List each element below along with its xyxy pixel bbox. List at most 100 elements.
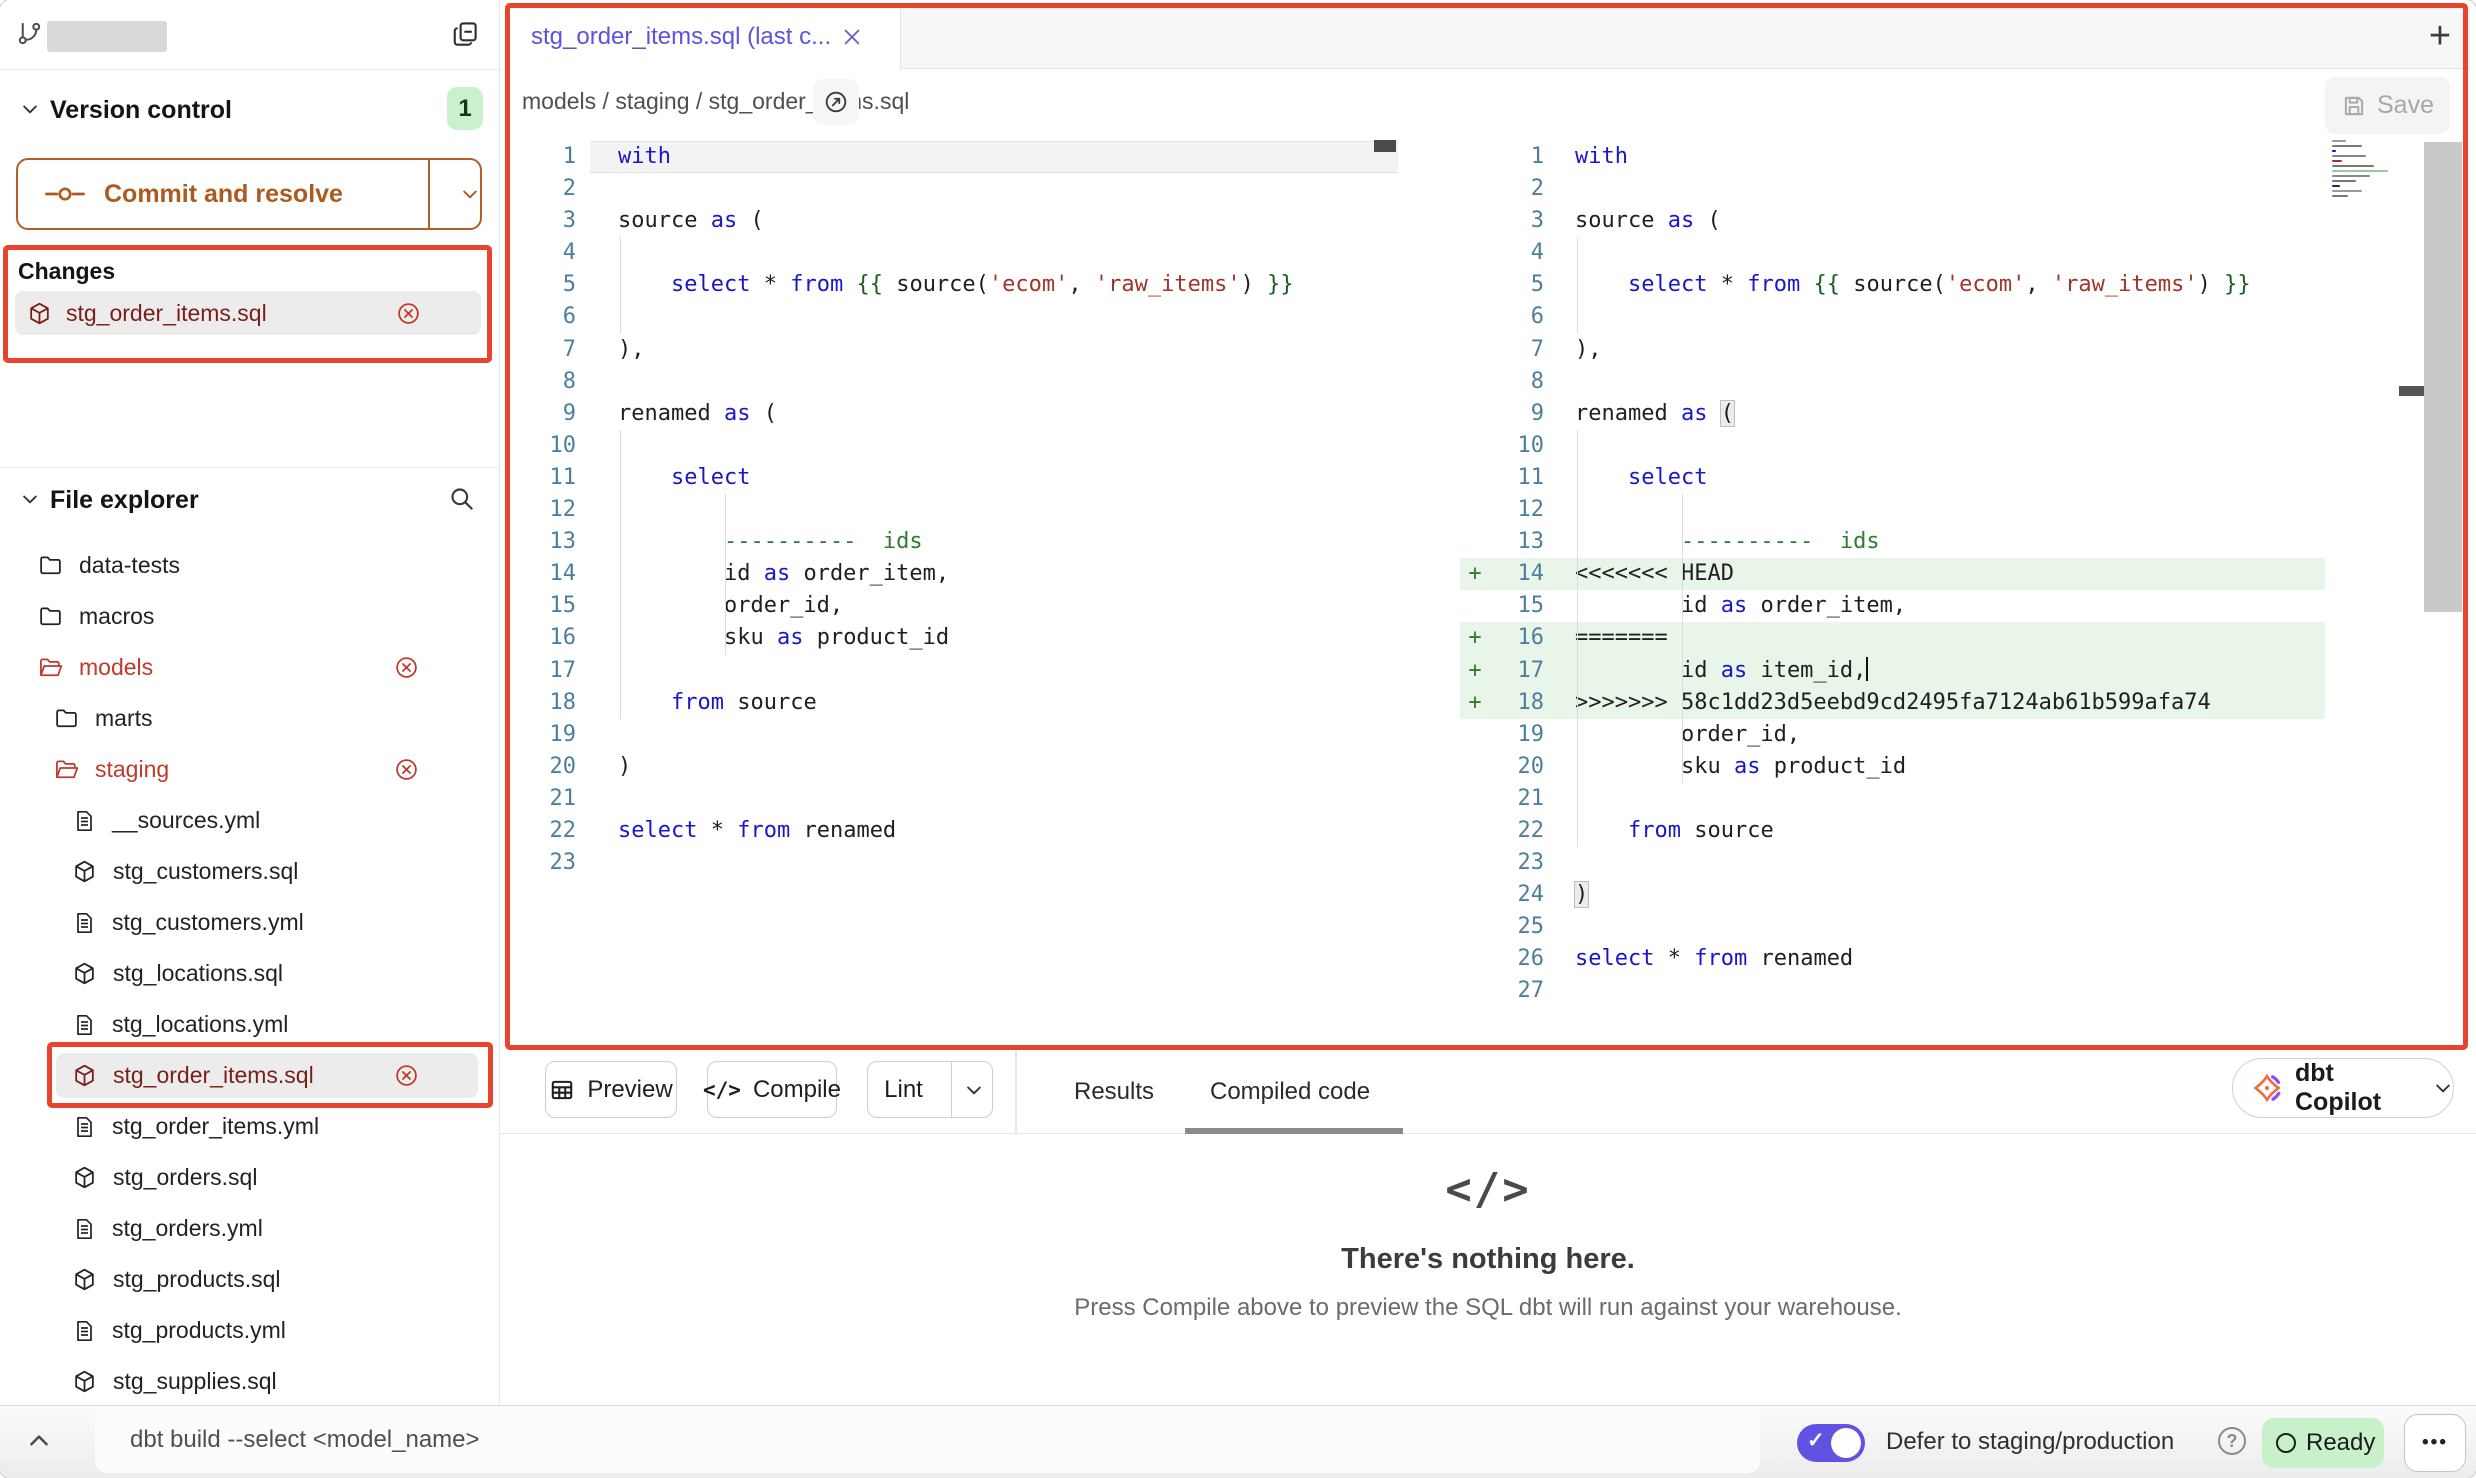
code-line-11[interactable]: 11 select <box>510 462 1398 494</box>
file-row-data-tests[interactable]: data-tests <box>0 540 500 591</box>
new-tab-button[interactable]: + <box>2418 14 2462 58</box>
defer-toggle[interactable]: ✓ <box>1797 1424 1865 1462</box>
right-scrollbar-thumb[interactable] <box>2399 386 2424 396</box>
file-row-macros[interactable]: macros <box>0 591 500 642</box>
close-icon[interactable] <box>841 26 863 48</box>
code-line-14[interactable]: +14<<<<<<< HEAD <box>1460 558 2325 590</box>
file-row-stg-products-yml[interactable]: stg_products.yml <box>0 1305 500 1356</box>
code-line-25[interactable]: 25 <box>1460 911 2325 943</box>
minimap[interactable] <box>2332 140 2402 198</box>
file-row-stg-customers-sql[interactable]: stg_customers.sql <box>0 846 500 897</box>
code-line-22[interactable]: 22 from source <box>1460 815 2325 847</box>
copy-icon[interactable] <box>450 19 480 49</box>
code-line-23[interactable]: 23 <box>1460 847 2325 879</box>
chevron-down-icon[interactable] <box>20 489 40 509</box>
discard-changes-icon[interactable] <box>394 1063 419 1088</box>
editor-pane-original[interactable]: 1with23source as (45 select * from {{ so… <box>510 141 1398 879</box>
code-line-13[interactable]: 13 ---------- ids <box>510 526 1398 558</box>
code-line-27[interactable]: 27 <box>1460 975 2325 1007</box>
code-line-4[interactable]: 4 <box>510 237 1398 269</box>
file-row-staging[interactable]: staging <box>0 744 500 795</box>
tab-results[interactable]: Results <box>1074 1050 1154 1134</box>
code-line-5[interactable]: 5 select * from {{ source('ecom', 'raw_i… <box>1460 269 2325 301</box>
code-line-6[interactable]: 6 <box>510 301 1398 333</box>
revert-change-icon[interactable] <box>396 301 421 326</box>
code-line-2[interactable]: 2 <box>510 173 1398 205</box>
changed-file-row[interactable]: stg_order_items.sql <box>15 291 481 335</box>
code-line-21[interactable]: 21 <box>510 783 1398 815</box>
file-row-stg-locations-yml[interactable]: stg_locations.yml <box>0 999 500 1050</box>
code-line-17[interactable]: +17 id as item_id, <box>1460 655 2325 687</box>
left-scrollbar-thumb[interactable] <box>1374 140 1396 152</box>
tab-compiled-code[interactable]: Compiled code <box>1210 1050 1370 1134</box>
file-row-marts[interactable]: marts <box>0 693 500 744</box>
code-line-19[interactable]: 19 order_id, <box>1460 719 2325 751</box>
code-line-22[interactable]: 22select * from renamed <box>510 815 1398 847</box>
search-icon[interactable] <box>448 485 475 512</box>
file-row-stg-order-items-sql[interactable]: stg_order_items.sql <box>0 1050 500 1101</box>
editor-pane-modified[interactable]: 1with23source as (45 select * from {{ so… <box>1460 141 2325 1008</box>
code-line-24[interactable]: 24) <box>1460 879 2325 911</box>
file-row-stg-supplies-sql[interactable]: stg_supplies.sql <box>0 1356 500 1407</box>
dbt-copilot-button[interactable]: dbt Copilot <box>2232 1058 2454 1118</box>
code-line-3[interactable]: 3source as ( <box>1460 205 2325 237</box>
more-options-button[interactable]: ••• <box>2404 1414 2466 1472</box>
help-icon[interactable]: ? <box>2218 1427 2246 1455</box>
code-line-8[interactable]: 8 <box>510 366 1398 398</box>
code-line-14[interactable]: 14 id as order_item, <box>510 558 1398 590</box>
code-line-23[interactable]: 23 <box>510 847 1398 879</box>
save-button[interactable]: Save <box>2325 77 2450 134</box>
branch-name-placeholder[interactable] <box>47 21 167 52</box>
file-row-models[interactable]: models <box>0 642 500 693</box>
code-line-6[interactable]: 6 <box>1460 301 2325 333</box>
file-row-stg-orders-yml[interactable]: stg_orders.yml <box>0 1203 500 1254</box>
chevron-down-icon[interactable] <box>20 99 40 119</box>
lint-dropdown-caret[interactable] <box>951 1062 996 1117</box>
code-line-7[interactable]: 7), <box>510 334 1398 366</box>
status-badge[interactable]: Ready <box>2262 1418 2384 1468</box>
code-line-20[interactable]: 20) <box>510 751 1398 783</box>
code-line-7[interactable]: 7), <box>1460 334 2325 366</box>
discard-changes-icon[interactable] <box>394 655 419 680</box>
version-control-header[interactable]: Version control <box>50 96 232 125</box>
code-line-4[interactable]: 4 <box>1460 237 2325 269</box>
code-line-13[interactable]: 13 ---------- ids <box>1460 526 2325 558</box>
code-line-18[interactable]: +18>>>>>>> 58c1dd23d5eebd9cd2495fa7124ab… <box>1460 687 2325 719</box>
code-line-9[interactable]: 9renamed as ( <box>1460 398 2325 430</box>
code-line-12[interactable]: 12 <box>1460 494 2325 526</box>
discard-changes-icon[interactable] <box>394 757 419 782</box>
right-scrollbar-track[interactable] <box>2424 142 2462 612</box>
code-line-20[interactable]: 20 sku as product_id <box>1460 751 2325 783</box>
lint-button[interactable]: Lint <box>867 1061 993 1118</box>
tab-stg-order-items[interactable]: stg_order_items.sql (last c... <box>509 3 901 70</box>
code-line-15[interactable]: 15 id as order_item, <box>1460 590 2325 622</box>
lineage-button[interactable] <box>813 79 859 125</box>
code-line-10[interactable]: 10 <box>510 430 1398 462</box>
file-row--sources-yml[interactable]: __sources.yml <box>0 795 500 846</box>
code-line-21[interactable]: 21 <box>1460 783 2325 815</box>
code-line-2[interactable]: 2 <box>1460 173 2325 205</box>
code-line-5[interactable]: 5 select * from {{ source('ecom', 'raw_i… <box>510 269 1398 301</box>
file-row-stg-locations-sql[interactable]: stg_locations.sql <box>0 948 500 999</box>
code-line-12[interactable]: 12 <box>510 494 1398 526</box>
code-line-15[interactable]: 15 order_id, <box>510 590 1398 622</box>
code-line-1[interactable]: 1with <box>1460 141 2325 173</box>
file-row-stg-customers-yml[interactable]: stg_customers.yml <box>0 897 500 948</box>
code-line-16[interactable]: +16======= <box>1460 622 2325 654</box>
code-line-11[interactable]: 11 select <box>1460 462 2325 494</box>
code-line-19[interactable]: 19 <box>510 719 1398 751</box>
commit-and-resolve-button[interactable]: Commit and resolve <box>16 158 482 230</box>
code-line-1[interactable]: 1with <box>510 141 1398 173</box>
code-line-16[interactable]: 16 sku as product_id <box>510 622 1398 654</box>
file-explorer-header[interactable]: File explorer <box>50 486 199 515</box>
code-line-8[interactable]: 8 <box>1460 366 2325 398</box>
chevron-up-icon[interactable] <box>26 1428 52 1454</box>
code-line-18[interactable]: 18 from source <box>510 687 1398 719</box>
code-line-10[interactable]: 10 <box>1460 430 2325 462</box>
file-row-stg-order-items-yml[interactable]: stg_order_items.yml <box>0 1101 500 1152</box>
commit-dropdown-caret[interactable] <box>442 160 498 228</box>
code-line-26[interactable]: 26select * from renamed <box>1460 943 2325 975</box>
file-row-stg-products-sql[interactable]: stg_products.sql <box>0 1254 500 1305</box>
code-line-9[interactable]: 9renamed as ( <box>510 398 1398 430</box>
file-row-stg-orders-sql[interactable]: stg_orders.sql <box>0 1152 500 1203</box>
